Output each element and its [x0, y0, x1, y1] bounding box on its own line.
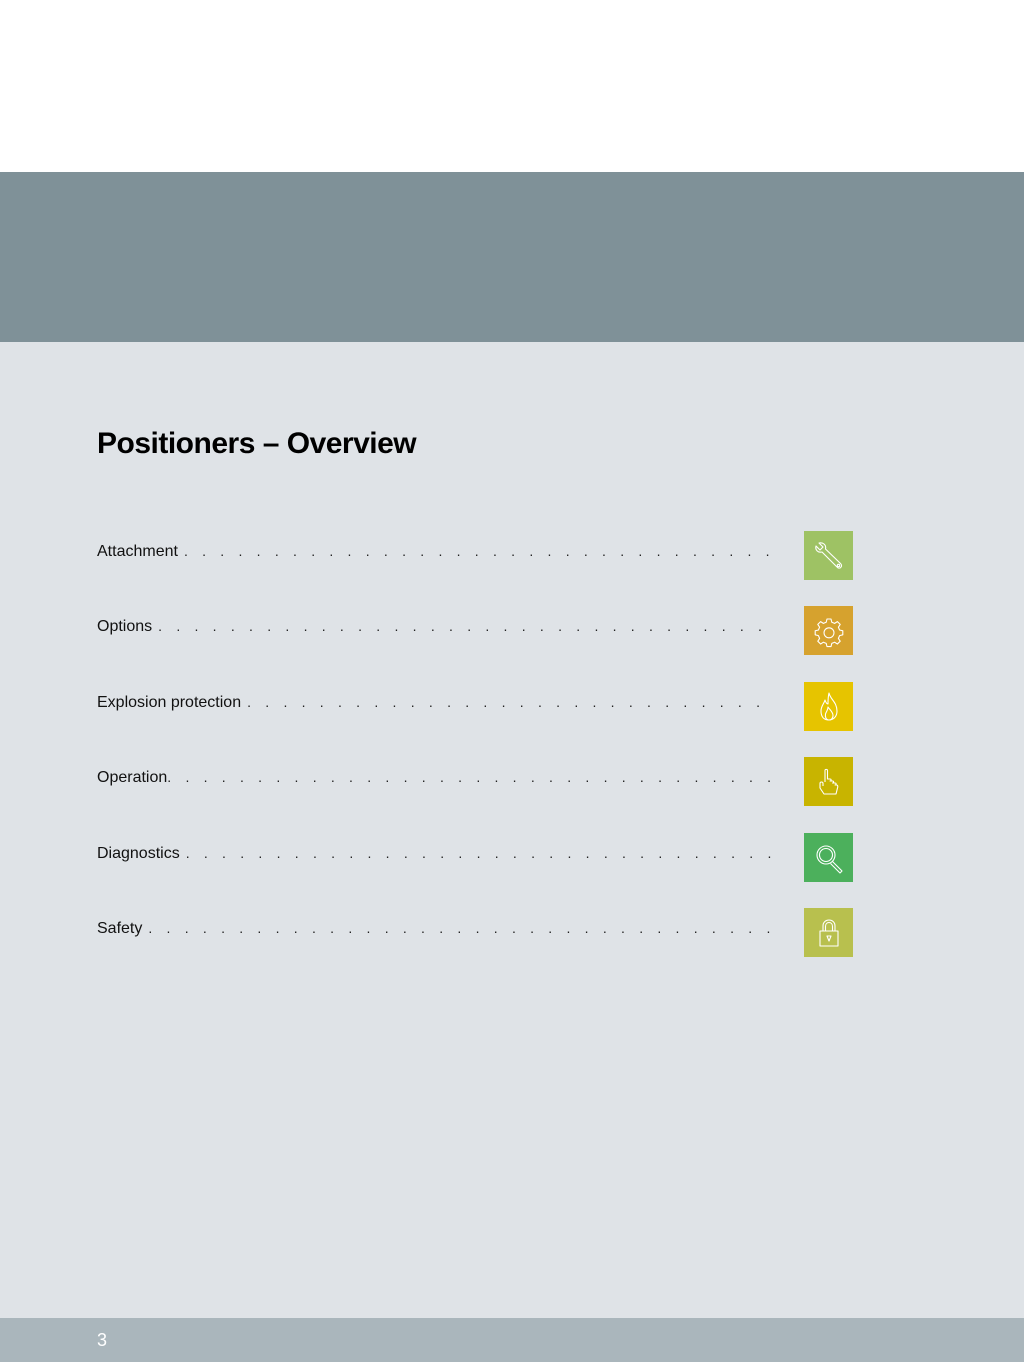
- flame-icon: [804, 682, 853, 731]
- page-title: Positioners – Overview: [97, 427, 417, 460]
- toc-item-label: Attachment: [97, 543, 178, 560]
- page-footer: 3: [0, 1318, 1024, 1362]
- leader-dots: . . . . . . . . . . . . . . . . . . . . …: [247, 694, 773, 710]
- leader-dots: . . . . . . . . . . . . . . . . . . . . …: [148, 920, 773, 936]
- top-margin: [0, 0, 1024, 172]
- leader-dots: . . . . . . . . . . . . . . . . . . . . …: [167, 769, 773, 785]
- toc-item-safety[interactable]: Safety . . . . . . . . . . . . . . . . .…: [97, 908, 857, 958]
- toc-item-label: Explosion protection: [97, 694, 242, 711]
- leader-dots: . . . . . . . . . . . . . . . . . . . . …: [183, 543, 773, 559]
- pointing-hand-icon: [804, 757, 853, 806]
- leader-dots: . . . . . . . . . . . . . . . . . . . . …: [158, 618, 773, 634]
- toc-item-explosion-protection[interactable]: Explosion protection . . . . . . . . . .…: [97, 682, 857, 732]
- toc-item-operation[interactable]: Operation . . . . . . . . . . . . . . . …: [97, 757, 857, 807]
- leader-dots: . . . . . . . . . . . . . . . . . . . . …: [185, 845, 773, 861]
- content-area: [0, 342, 1024, 1318]
- toc-item-label: Diagnostics: [97, 845, 180, 862]
- toc-item-diagnostics[interactable]: Diagnostics . . . . . . . . . . . . . . …: [97, 833, 857, 883]
- header-band: [0, 172, 1024, 342]
- toc-item-options[interactable]: Options . . . . . . . . . . . . . . . . …: [97, 606, 857, 656]
- toc-item-label: Operation: [97, 769, 168, 786]
- toc-item-label: Options: [97, 618, 153, 635]
- toc-item-label: Safety: [97, 920, 143, 937]
- padlock-icon: [804, 908, 853, 957]
- wrench-icon: [804, 531, 853, 580]
- magnifier-icon: [804, 833, 853, 882]
- gear-icon: [804, 606, 853, 655]
- page-number: 3: [97, 1330, 108, 1350]
- toc-item-attachment[interactable]: Attachment . . . . . . . . . . . . . . .…: [97, 531, 857, 581]
